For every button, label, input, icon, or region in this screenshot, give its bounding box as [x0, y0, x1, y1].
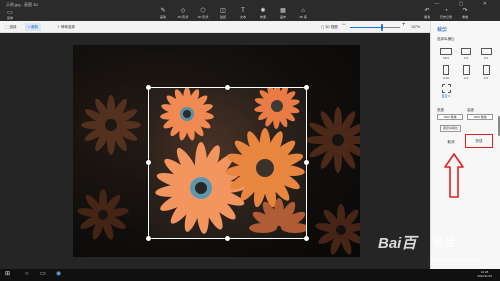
ratio-4-3[interactable]: 4:3	[456, 48, 476, 60]
baidu-watermark-text: 经验	[433, 237, 455, 249]
paint3d-taskbar-icon[interactable]: ◉	[56, 271, 61, 278]
ratio-9-16-icon	[443, 65, 449, 75]
annotation-arrow-icon	[444, 153, 464, 198]
crop-toolbar: ⬚ 选择 ⌗ 裁剪 ✧ 神奇选择 ▢ 3D 视图 − + 107%	[0, 21, 430, 33]
ratio-2-3[interactable]: 2:3	[476, 65, 496, 80]
ratio-3-4[interactable]: 3:4	[456, 65, 476, 80]
3d-library-icon: ⌂	[301, 8, 305, 14]
3d-shapes-icon: ⬡	[200, 8, 206, 14]
taskbar-clock: 10:28 2020/11/15	[477, 270, 492, 278]
height-label: 高度	[467, 108, 474, 112]
panel-title: 裁剪	[437, 27, 448, 33]
crop-handle-right[interactable]	[304, 160, 309, 165]
lock-aspect-ratio-checkbox[interactable]: 锁定纵横比	[440, 125, 462, 132]
zoom-slider-thumb[interactable]	[381, 24, 383, 31]
stickers-icon: ◫	[220, 8, 226, 14]
select-button[interactable]: ⬚ 选择	[2, 23, 19, 31]
baidu-watermark-logo: Bai百	[378, 235, 417, 252]
crop-panel: 裁剪 选择纵横比 16:9 4:3 3:2 9:16 3:4 2:3 自定义 宽…	[430, 21, 500, 269]
undo-icon: ↶	[424, 8, 430, 14]
menu-button[interactable]: ▭ 菜单	[5, 10, 15, 20]
ratio-4-3-icon	[461, 48, 471, 55]
undo-button[interactable]: ↶ 撤消	[418, 8, 436, 19]
crop-handle-bottom[interactable]	[225, 236, 230, 241]
width-label: 宽度	[437, 108, 444, 112]
zoom-slider-fill	[350, 27, 382, 28]
text-icon: T	[241, 8, 245, 14]
2d-shapes-icon: ◇	[180, 8, 186, 14]
cropped-flowers-image	[155, 88, 306, 234]
history-button[interactable]: ◔ 历史记录	[437, 8, 455, 19]
zoom-out-button[interactable]: −	[342, 22, 346, 28]
ratio-9-16[interactable]: 9:16	[436, 65, 456, 80]
zoom-in-button[interactable]: +	[402, 22, 406, 28]
view-3d-toggle[interactable]: ▢ 3D 视图	[321, 23, 338, 31]
task-view-icon[interactable]: ▭	[40, 271, 46, 278]
height-input[interactable]: 1500 像素	[467, 114, 493, 120]
crop-handle-top-left[interactable]	[146, 85, 151, 90]
tool-effects[interactable]: ✺ 效果	[254, 8, 272, 19]
ratio-16-9-icon	[440, 48, 452, 55]
zoom-percent: 107%	[411, 25, 420, 29]
search-icon[interactable]: ○	[25, 271, 29, 278]
brush-icon: ✎	[160, 8, 166, 14]
aspect-ratio-heading: 选择纵横比	[437, 37, 455, 41]
cancel-button[interactable]: 取消	[439, 137, 463, 147]
ratio-3-2-icon	[480, 48, 492, 55]
title-bar: 示例.jpg - 画图 3D ▭ 菜单 ✎ 画笔 ◇ 2D 形状 ⬡ 3D 形状…	[0, 0, 500, 21]
done-button[interactable]: 完成	[465, 134, 493, 148]
ratio-16-9[interactable]: 16:9	[436, 48, 456, 60]
ratio-2-3-icon	[482, 65, 490, 75]
redo-button[interactable]: ↷ 重做	[456, 8, 474, 19]
crop-handle-bottom-left[interactable]	[146, 236, 151, 241]
crop-handle-top[interactable]	[225, 85, 230, 90]
window-title: 示例.jpg - 画图 3D	[6, 2, 39, 7]
custom-ratio-icon	[441, 84, 451, 93]
crop-handle-top-right[interactable]	[304, 85, 309, 90]
tool-brushes[interactable]: ✎ 画笔	[154, 8, 172, 19]
tool-2d-shapes[interactable]: ◇ 2D 形状	[174, 8, 192, 19]
crop-selection[interactable]	[148, 87, 307, 239]
magic-select-button[interactable]: ✧ 神奇选择	[54, 23, 78, 31]
crop-button[interactable]: ⌗ 裁剪	[25, 23, 41, 31]
crop-handle-left[interactable]	[146, 160, 151, 165]
tool-stickers[interactable]: ◫ 贴纸	[214, 8, 232, 19]
history-icon: ◔	[444, 8, 448, 14]
ratio-custom[interactable]: 自定义	[436, 84, 456, 98]
effects-icon: ✺	[260, 8, 266, 14]
tool-text[interactable]: T 文本	[234, 8, 252, 19]
canvas-icon: ▦	[280, 8, 286, 14]
windows-start-icon[interactable]: ⊞	[5, 271, 10, 278]
tool-3d-shapes[interactable]: ⬡ 3D 形状	[194, 8, 212, 19]
baidu-watermark-url: jingyan.baidu.com	[431, 258, 480, 264]
redo-icon: ↷	[462, 8, 468, 14]
crop-handle-bottom-right[interactable]	[304, 236, 309, 241]
window-controls[interactable]: — ▢ ✕	[434, 1, 496, 7]
tool-3d-library[interactable]: ⌂ 3D 库	[294, 8, 312, 19]
taskbar: ⊞ ○ ▭ ◉ 10:28 2020/11/15	[0, 269, 500, 281]
width-input[interactable]: 1602 像素	[437, 114, 463, 120]
ratio-3-4-icon	[462, 65, 470, 75]
tool-canvas[interactable]: ▦ 画布	[274, 8, 292, 19]
ratio-3-2[interactable]: 3:2	[476, 48, 496, 60]
